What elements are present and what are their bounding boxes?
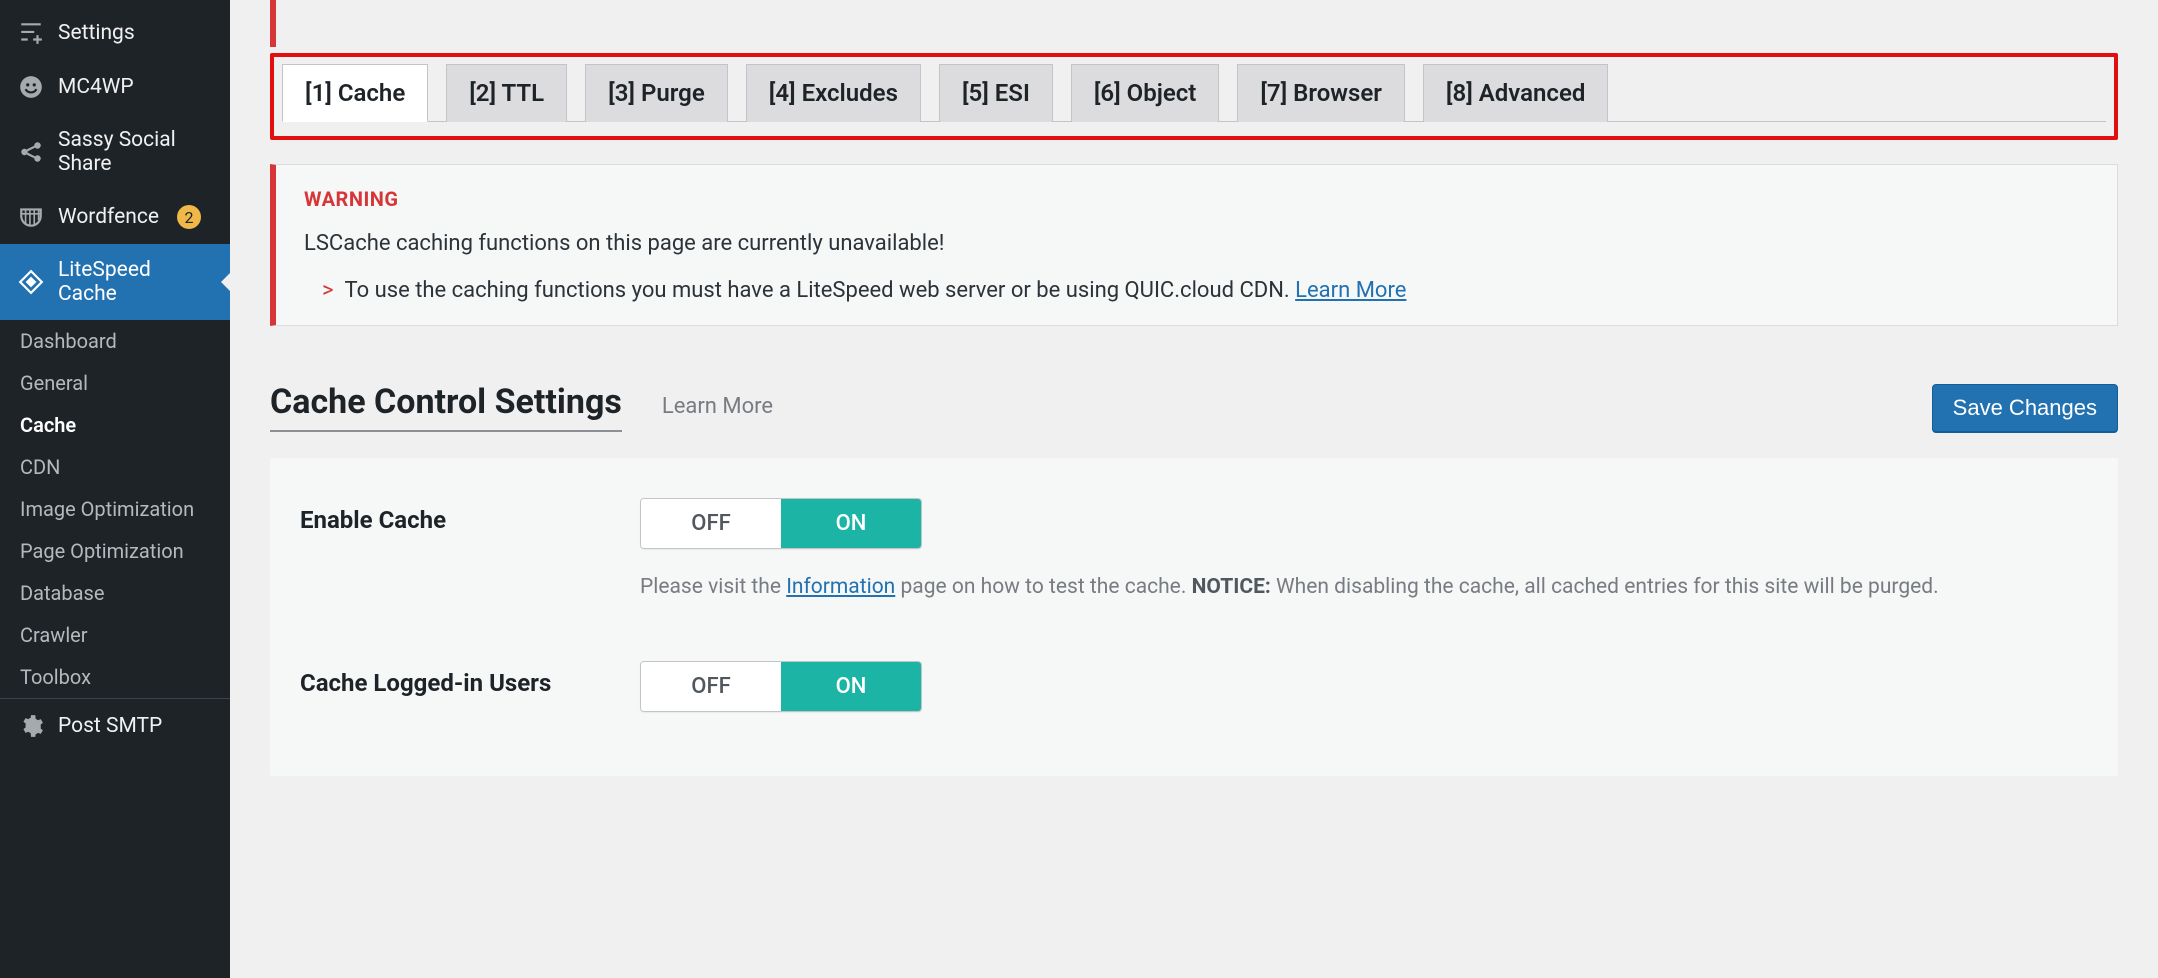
- sidebar-item-wordfence[interactable]: Wordfence 2: [0, 190, 230, 244]
- setting-label: Cache Logged-in Users: [300, 661, 640, 697]
- toggle-off[interactable]: OFF: [641, 499, 781, 548]
- setting-description: Please visit the Information page on how…: [640, 573, 2088, 602]
- tab-cache[interactable]: [1] Cache: [282, 64, 428, 122]
- notice-remnant: DISMISS: [270, 0, 2158, 47]
- submenu-toolbox[interactable]: Toolbox: [0, 656, 230, 698]
- section-learn-more-link[interactable]: Learn More: [662, 394, 773, 419]
- enable-cache-toggle[interactable]: OFF ON: [640, 498, 922, 549]
- settings-icon: [18, 20, 44, 46]
- sidebar-item-label: Settings: [58, 21, 135, 45]
- toggle-on[interactable]: ON: [781, 499, 921, 548]
- save-changes-button[interactable]: Save Changes: [1932, 384, 2118, 432]
- cache-logged-in-toggle[interactable]: OFF ON: [640, 661, 922, 712]
- section-header: Cache Control Settings Learn More Save C…: [270, 382, 2118, 432]
- sidebar-item-label: MC4WP: [58, 75, 134, 99]
- sidebar-item-label: LiteSpeed Cache: [58, 258, 212, 306]
- toggle-on[interactable]: ON: [781, 662, 921, 711]
- sidebar-item-label: Post SMTP: [58, 714, 162, 738]
- tab-excludes[interactable]: [4] Excludes: [746, 64, 921, 122]
- setting-cache-logged-in: Cache Logged-in Users OFF ON: [270, 640, 2118, 750]
- sidebar-item-mc4wp[interactable]: MC4WP: [0, 60, 230, 114]
- tab-purge[interactable]: [3] Purge: [585, 64, 728, 122]
- warning-title: WARNING: [304, 187, 2089, 211]
- main-content: DISMISS [1] Cache [2] TTL [3] Purge [4] …: [230, 0, 2158, 978]
- wordfence-icon: [18, 204, 44, 230]
- gear-icon: [18, 713, 44, 739]
- submenu-general[interactable]: General: [0, 362, 230, 404]
- warning-learn-more-link[interactable]: Learn More: [1295, 278, 1406, 303]
- settings-table: Enable Cache OFF ON Please visit the Inf…: [270, 458, 2118, 776]
- warning-body: LSCache caching functions on this page a…: [304, 231, 2089, 256]
- submenu-image-optimization[interactable]: Image Optimization: [0, 488, 230, 530]
- settings-tabs: [1] Cache [2] TTL [3] Purge [4] Excludes…: [282, 63, 2106, 122]
- toggle-off[interactable]: OFF: [641, 662, 781, 711]
- sidebar-item-settings[interactable]: Settings: [0, 6, 230, 60]
- mc4wp-icon: [18, 74, 44, 100]
- tabs-highlight-box: [1] Cache [2] TTL [3] Purge [4] Excludes…: [270, 53, 2118, 140]
- sidebar-item-label: Sassy Social Share: [58, 128, 212, 176]
- tab-object[interactable]: [6] Object: [1071, 64, 1220, 122]
- tab-browser[interactable]: [7] Browser: [1237, 64, 1405, 122]
- submenu-cdn[interactable]: CDN: [0, 446, 230, 488]
- submenu-dashboard[interactable]: Dashboard: [0, 320, 230, 362]
- warning-notice: WARNING LSCache caching functions on thi…: [270, 164, 2118, 326]
- information-link[interactable]: Information: [786, 575, 895, 599]
- tab-advanced[interactable]: [8] Advanced: [1423, 64, 1608, 122]
- sidebar-item-post-smtp[interactable]: Post SMTP: [0, 699, 230, 753]
- sidebar-item-label: Wordfence: [58, 205, 159, 229]
- notification-badge: 2: [177, 205, 201, 229]
- setting-enable-cache: Enable Cache OFF ON Please visit the Inf…: [270, 484, 2118, 640]
- litespeed-icon: [18, 269, 44, 295]
- share-icon: [18, 139, 44, 165]
- warning-detail: > To use the caching functions you must …: [304, 278, 2089, 303]
- submenu-crawler[interactable]: Crawler: [0, 614, 230, 656]
- submenu-page-optimization[interactable]: Page Optimization: [0, 530, 230, 572]
- chevron-right-icon: >: [322, 278, 334, 303]
- submenu-cache[interactable]: Cache: [0, 404, 230, 446]
- tab-esi[interactable]: [5] ESI: [939, 64, 1053, 122]
- submenu-database[interactable]: Database: [0, 572, 230, 614]
- section-title: Cache Control Settings: [270, 382, 622, 432]
- sidebar-item-litespeed[interactable]: LiteSpeed Cache: [0, 244, 230, 320]
- sidebar-item-sassy-social[interactable]: Sassy Social Share: [0, 114, 230, 190]
- tab-ttl[interactable]: [2] TTL: [446, 64, 567, 122]
- setting-label: Enable Cache: [300, 498, 640, 534]
- admin-sidebar: Settings MC4WP Sassy Social Share Wordfe…: [0, 0, 230, 978]
